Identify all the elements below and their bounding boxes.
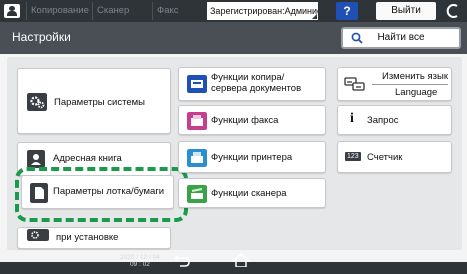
copier-label-line2: сервера документов bbox=[211, 83, 302, 94]
focus-highlight bbox=[15, 167, 188, 222]
counter-icon: 123 bbox=[345, 152, 361, 161]
tab-scanner[interactable]: Сканер bbox=[92, 2, 146, 20]
user-icon[interactable] bbox=[4, 4, 20, 18]
help-button[interactable]: ? bbox=[336, 2, 358, 20]
copier-icon bbox=[187, 75, 207, 93]
scanner-functions-tile[interactable]: Функции сканера bbox=[178, 178, 326, 208]
setup-label: при установке bbox=[56, 232, 119, 243]
language-divider bbox=[372, 84, 448, 85]
back-icon[interactable] bbox=[173, 253, 191, 267]
change-language-tile[interactable]: Изменить язык Language bbox=[337, 67, 452, 101]
date-time: 2020 / 12 / 04 09 : 02 bbox=[120, 254, 160, 268]
fax-functions-tile[interactable]: Функции факса bbox=[178, 105, 326, 135]
setup-icon bbox=[27, 229, 49, 241]
tab-copy[interactable]: Копирование bbox=[26, 2, 89, 20]
printer-icon bbox=[187, 149, 207, 167]
date-text: 2020 / 12 / 04 bbox=[120, 254, 160, 261]
copier-label-line1: Функции копира/ bbox=[211, 72, 285, 83]
printer-functions-tile[interactable]: Функции принтера bbox=[178, 141, 326, 173]
fax-label: Функции факса bbox=[211, 115, 279, 126]
system-settings-label: Параметры системы bbox=[54, 97, 145, 108]
home-icon[interactable] bbox=[232, 253, 250, 267]
counter-tile[interactable]: 123 Счетчик bbox=[337, 141, 452, 173]
search-all-label: Найти все bbox=[377, 32, 425, 43]
counter-label: Счетчик bbox=[367, 152, 403, 163]
search-icon bbox=[351, 32, 363, 44]
login-status-field[interactable]: Зарегистрирован:Администратор аппарат bbox=[207, 2, 318, 20]
tab-fax[interactable]: Факс bbox=[152, 2, 202, 20]
inquiry-label: Запрос bbox=[367, 115, 399, 126]
change-language-label: Изменить язык bbox=[382, 71, 448, 82]
language-english-label: Language bbox=[395, 87, 438, 98]
scanner-icon bbox=[187, 185, 207, 203]
login-status-text: Зарегистрирован:Администратор аппарат bbox=[210, 6, 318, 16]
info-icon: i bbox=[350, 111, 354, 126]
gear-icon bbox=[27, 93, 47, 111]
setup-settings-tile[interactable]: при установке bbox=[17, 227, 171, 249]
fax-icon bbox=[187, 112, 207, 130]
top-status-bar: Копирование Сканер Факс Зарегистрирован:… bbox=[0, 0, 467, 22]
power-icon[interactable] bbox=[446, 3, 462, 19]
address-book-icon bbox=[27, 150, 45, 168]
address-book-label: Адресная книга bbox=[53, 153, 122, 164]
search-all-button[interactable]: Найти все bbox=[341, 27, 461, 49]
inquiry-tile[interactable]: i Запрос bbox=[337, 105, 452, 135]
page-title: Настройки bbox=[12, 30, 71, 44]
scanner-label: Функции сканера bbox=[211, 188, 287, 199]
logout-button[interactable]: Выйти bbox=[376, 2, 436, 20]
expand-corner-icon bbox=[312, 14, 317, 19]
language-icon bbox=[344, 77, 365, 91]
printer-label: Функции принтера bbox=[211, 152, 293, 163]
system-settings-tile[interactable]: Параметры системы bbox=[17, 68, 171, 134]
copier-functions-tile[interactable]: Функции копира/ сервера документов bbox=[178, 67, 326, 101]
settings-screen: Копирование Сканер Факс Зарегистрирован:… bbox=[0, 0, 467, 274]
time-text: 09 : 02 bbox=[129, 261, 150, 268]
